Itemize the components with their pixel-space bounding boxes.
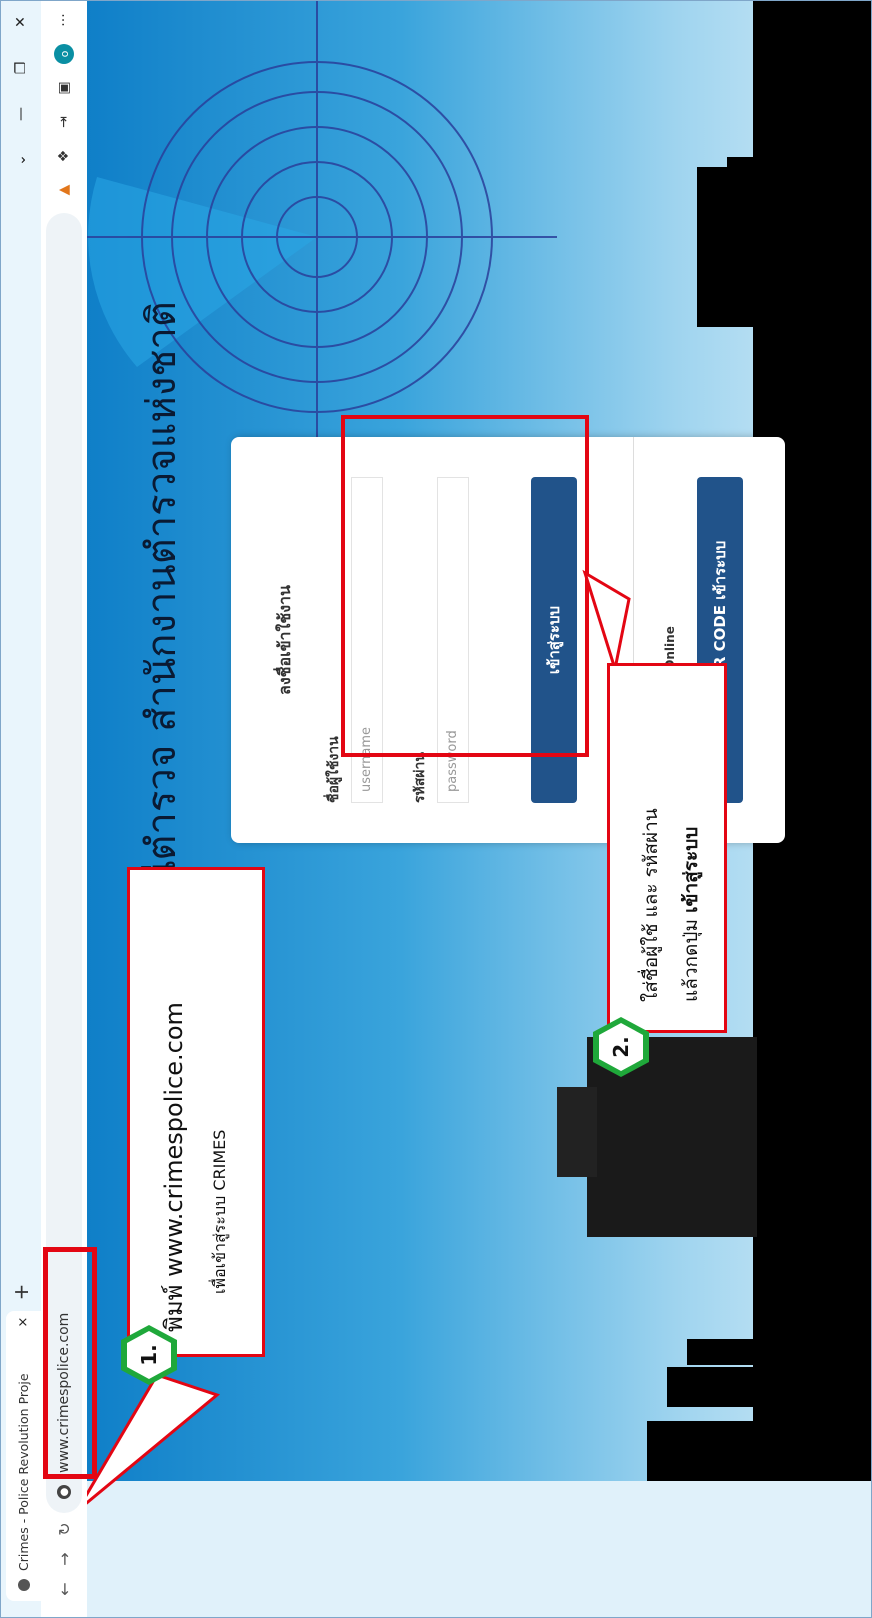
forward-arrow-icon[interactable]: → — [50, 1545, 78, 1573]
browser-tab[interactable]: Crimes - Police Revolution Proje × — [6, 1311, 41, 1601]
site-favicon-icon — [17, 1579, 30, 1591]
new-tab-button[interactable]: + — [8, 1279, 34, 1305]
people-silhouette — [687, 1339, 757, 1365]
sidebar-panel-icon[interactable]: ▣ — [49, 73, 79, 103]
building-silhouette — [727, 157, 757, 197]
callout-1-line1: พิมพ์ www.crimespolice.com — [160, 1002, 188, 1332]
web-page: สถานีตำรวจ สำนักงานตำรวจแห่งชาติ ลงชื่อเ… — [87, 0, 872, 1617]
sign-in-icon[interactable]: ⇥ — [49, 107, 79, 137]
restore-icon[interactable]: ❐ — [1, 45, 41, 91]
metamask-extension-icon[interactable]: ▲ — [49, 175, 79, 205]
tab-search-chevron-icon[interactable]: ⌄ — [1, 137, 41, 183]
callout-step-2: ใส่ชื่อผู้ใช้ และ รหัสผ่าน แล้วกดปุ่ม เข… — [607, 663, 727, 1033]
toolbar-icons: ▲ ❖ ⇥ ▣ o ··· — [49, 5, 79, 205]
people-silhouette — [667, 1367, 757, 1407]
tab-close-icon[interactable]: × — [16, 1311, 31, 1333]
callout-step-1: พิมพ์ www.crimespolice.com เพื่อเข้าสู่ร… — [127, 867, 265, 1357]
police-building-roof — [557, 1087, 597, 1177]
reload-icon[interactable]: ↻ — [50, 1515, 78, 1543]
callout-2-line1: ใส่ชื่อผู้ใช้ และ รหัสผ่าน — [640, 808, 662, 1002]
title-bar: Crimes - Police Revolution Proje × + ⌄ —… — [1, 0, 41, 1617]
callout-2-line2: แล้วกดปุ่ม เข้าสู่ระบบ — [676, 827, 706, 1002]
highlight-address-bar — [43, 1247, 97, 1479]
callout-2-line2-bold: เข้าสู่ระบบ — [680, 826, 702, 913]
window-controls: ⌄ — ❐ ✕ — [1, 0, 41, 183]
step-2-number: 2. — [599, 1023, 643, 1071]
highlight-login-fields — [341, 415, 589, 757]
tab-title: Crimes - Police Revolution Proje — [16, 1373, 31, 1571]
login-title: ลงชื่อเข้าใช้งาน — [275, 585, 294, 695]
profile-avatar[interactable]: o — [54, 44, 74, 64]
page-heading: สถานีตำรวจ สำนักงานตำรวจแห่งชาติ — [139, 301, 185, 959]
building-silhouette — [647, 1421, 757, 1481]
site-info-icon[interactable]: ● — [57, 1485, 71, 1499]
callout-2-line2-prefix: แล้วกดปุ่ม — [680, 912, 702, 1002]
password-label: รหัสผ่าน — [412, 752, 428, 803]
browser-window: Crimes - Police Revolution Proje × + ⌄ —… — [0, 0, 872, 1618]
menu-more-icon[interactable]: ··· — [49, 5, 79, 35]
extensions-puzzle-icon[interactable]: ❖ — [49, 141, 79, 171]
callout-1-line2: เพื่อเข้าสู่ระบบ CRIMES — [210, 1129, 229, 1294]
step-1-number: 1. — [127, 1331, 171, 1379]
callout-2-pointer — [582, 569, 631, 670]
back-arrow-icon[interactable]: ← — [50, 1575, 78, 1603]
minimize-icon[interactable]: — — [1, 91, 41, 137]
close-window-icon[interactable]: ✕ — [1, 0, 41, 45]
